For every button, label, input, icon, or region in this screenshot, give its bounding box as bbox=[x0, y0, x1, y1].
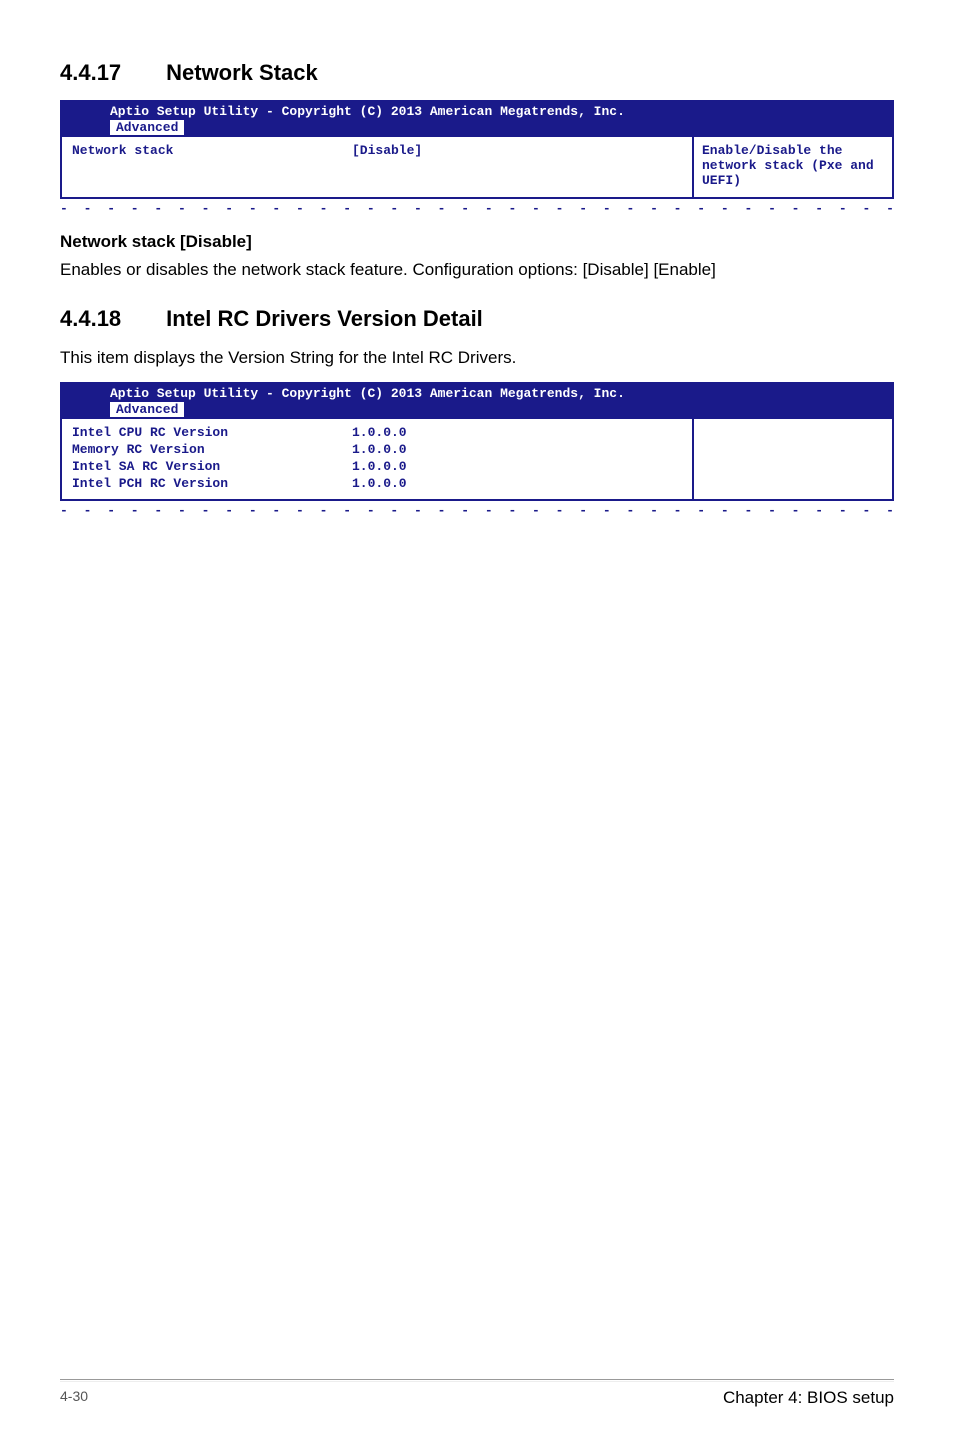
section-number: 4.4.18 bbox=[60, 306, 160, 332]
bios-setting-value: 1.0.0.0 bbox=[352, 442, 682, 457]
bios-left-panel: Intel CPU RC Version 1.0.0.0 Memory RC V… bbox=[62, 419, 692, 499]
bios-setting-label: Intel PCH RC Version bbox=[72, 476, 352, 491]
bios-body: Intel CPU RC Version 1.0.0.0 Memory RC V… bbox=[62, 419, 892, 499]
bios-panel-network-stack: Aptio Setup Utility - Copyright (C) 2013… bbox=[60, 100, 894, 199]
bios-help-panel: Enable/Disable the network stack (Pxe an… bbox=[692, 137, 892, 197]
bios-help-panel bbox=[692, 419, 892, 499]
page-number: 4-30 bbox=[60, 1388, 88, 1408]
section-heading-intel-rc: 4.4.18 Intel RC Drivers Version Detail bbox=[60, 306, 894, 332]
bios-setting-value: 1.0.0.0 bbox=[352, 476, 682, 491]
bios-row: Memory RC Version 1.0.0.0 bbox=[72, 442, 682, 457]
bios-setting-label: Intel SA RC Version bbox=[72, 459, 352, 474]
section-number: 4.4.17 bbox=[60, 60, 160, 86]
footer-content: 4-30 Chapter 4: BIOS setup bbox=[60, 1388, 894, 1408]
subheading-network-stack-disable: Network stack [Disable] bbox=[60, 232, 894, 252]
bios-divider: - - - - - - - - - - - - - - - - - - - - … bbox=[60, 201, 894, 216]
section-heading-network-stack: 4.4.17 Network Stack bbox=[60, 60, 894, 86]
bios-panel-intel-rc: Aptio Setup Utility - Copyright (C) 2013… bbox=[60, 382, 894, 501]
bios-setting-value: [Disable] bbox=[352, 143, 682, 158]
body-text-network-stack: Enables or disables the network stack fe… bbox=[60, 258, 894, 282]
page-footer: 4-30 Chapter 4: BIOS setup bbox=[0, 1379, 954, 1408]
bios-tab-advanced: Advanced bbox=[110, 120, 184, 135]
bios-header-text: Aptio Setup Utility - Copyright (C) 2013… bbox=[70, 386, 884, 401]
chapter-label: Chapter 4: BIOS setup bbox=[723, 1388, 894, 1408]
bios-setting-value: 1.0.0.0 bbox=[352, 459, 682, 474]
bios-row: Intel PCH RC Version 1.0.0.0 bbox=[72, 476, 682, 491]
bios-setting-label: Memory RC Version bbox=[72, 442, 352, 457]
bios-setting-label: Intel CPU RC Version bbox=[72, 425, 352, 440]
bios-left-panel: Network stack [Disable] bbox=[62, 137, 692, 197]
section-title: Network Stack bbox=[166, 60, 318, 85]
bios-setting-value: 1.0.0.0 bbox=[352, 425, 682, 440]
bios-row: Intel SA RC Version 1.0.0.0 bbox=[72, 459, 682, 474]
bios-header: Aptio Setup Utility - Copyright (C) 2013… bbox=[62, 102, 892, 137]
bios-divider: - - - - - - - - - - - - - - - - - - - - … bbox=[60, 503, 894, 518]
bios-body: Network stack [Disable] Enable/Disable t… bbox=[62, 137, 892, 197]
bios-row: Network stack [Disable] bbox=[72, 143, 682, 158]
bios-setting-label: Network stack bbox=[72, 143, 352, 158]
bios-tab-advanced: Advanced bbox=[110, 402, 184, 417]
bios-header-text: Aptio Setup Utility - Copyright (C) 2013… bbox=[70, 104, 884, 119]
bios-row: Intel CPU RC Version 1.0.0.0 bbox=[72, 425, 682, 440]
section-title: Intel RC Drivers Version Detail bbox=[166, 306, 483, 331]
footer-divider bbox=[60, 1379, 894, 1382]
bios-header: Aptio Setup Utility - Copyright (C) 2013… bbox=[62, 384, 892, 419]
intro-text-intel-rc: This item displays the Version String fo… bbox=[60, 346, 894, 370]
